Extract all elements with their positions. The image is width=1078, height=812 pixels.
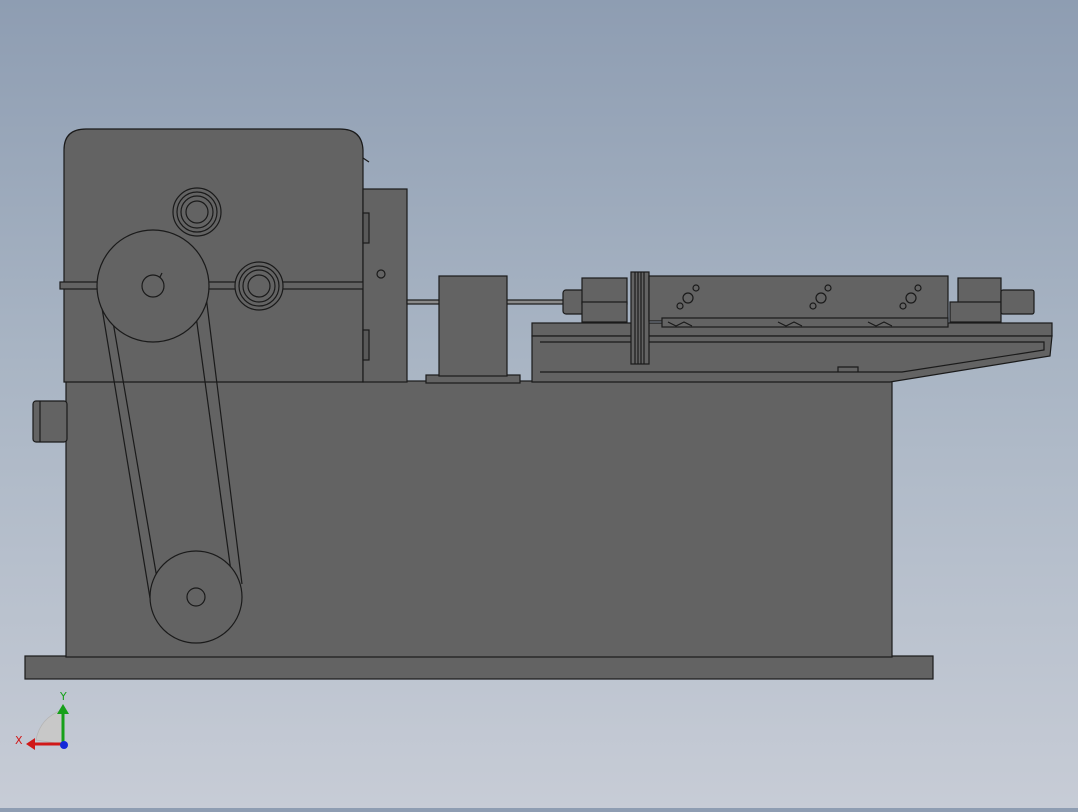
grooved-pulley[interactable] — [630, 271, 650, 365]
carriage[interactable] — [648, 275, 949, 328]
cad-model-drawing[interactable]: Y X — [0, 0, 1078, 808]
upper-pulley[interactable] — [96, 229, 210, 343]
triad-y-label: Y — [59, 690, 67, 703]
motor-hub[interactable] — [32, 400, 68, 443]
left-end-block[interactable] — [562, 277, 628, 323]
center-support-block[interactable] — [425, 275, 521, 384]
bearing-middle[interactable] — [234, 261, 284, 311]
bearing-upper[interactable] — [172, 187, 222, 237]
right-end-block[interactable] — [949, 277, 1002, 323]
rail-table[interactable] — [531, 322, 1053, 383]
orientation-triad[interactable]: Y X — [15, 690, 69, 750]
triad-x-label: X — [15, 734, 23, 747]
cad-viewport[interactable]: Y X — [0, 0, 1078, 808]
side-bracket[interactable] — [362, 188, 408, 383]
spindle-end[interactable] — [1000, 289, 1035, 315]
lower-pulley[interactable] — [149, 550, 243, 644]
base-plate[interactable] — [24, 655, 934, 680]
